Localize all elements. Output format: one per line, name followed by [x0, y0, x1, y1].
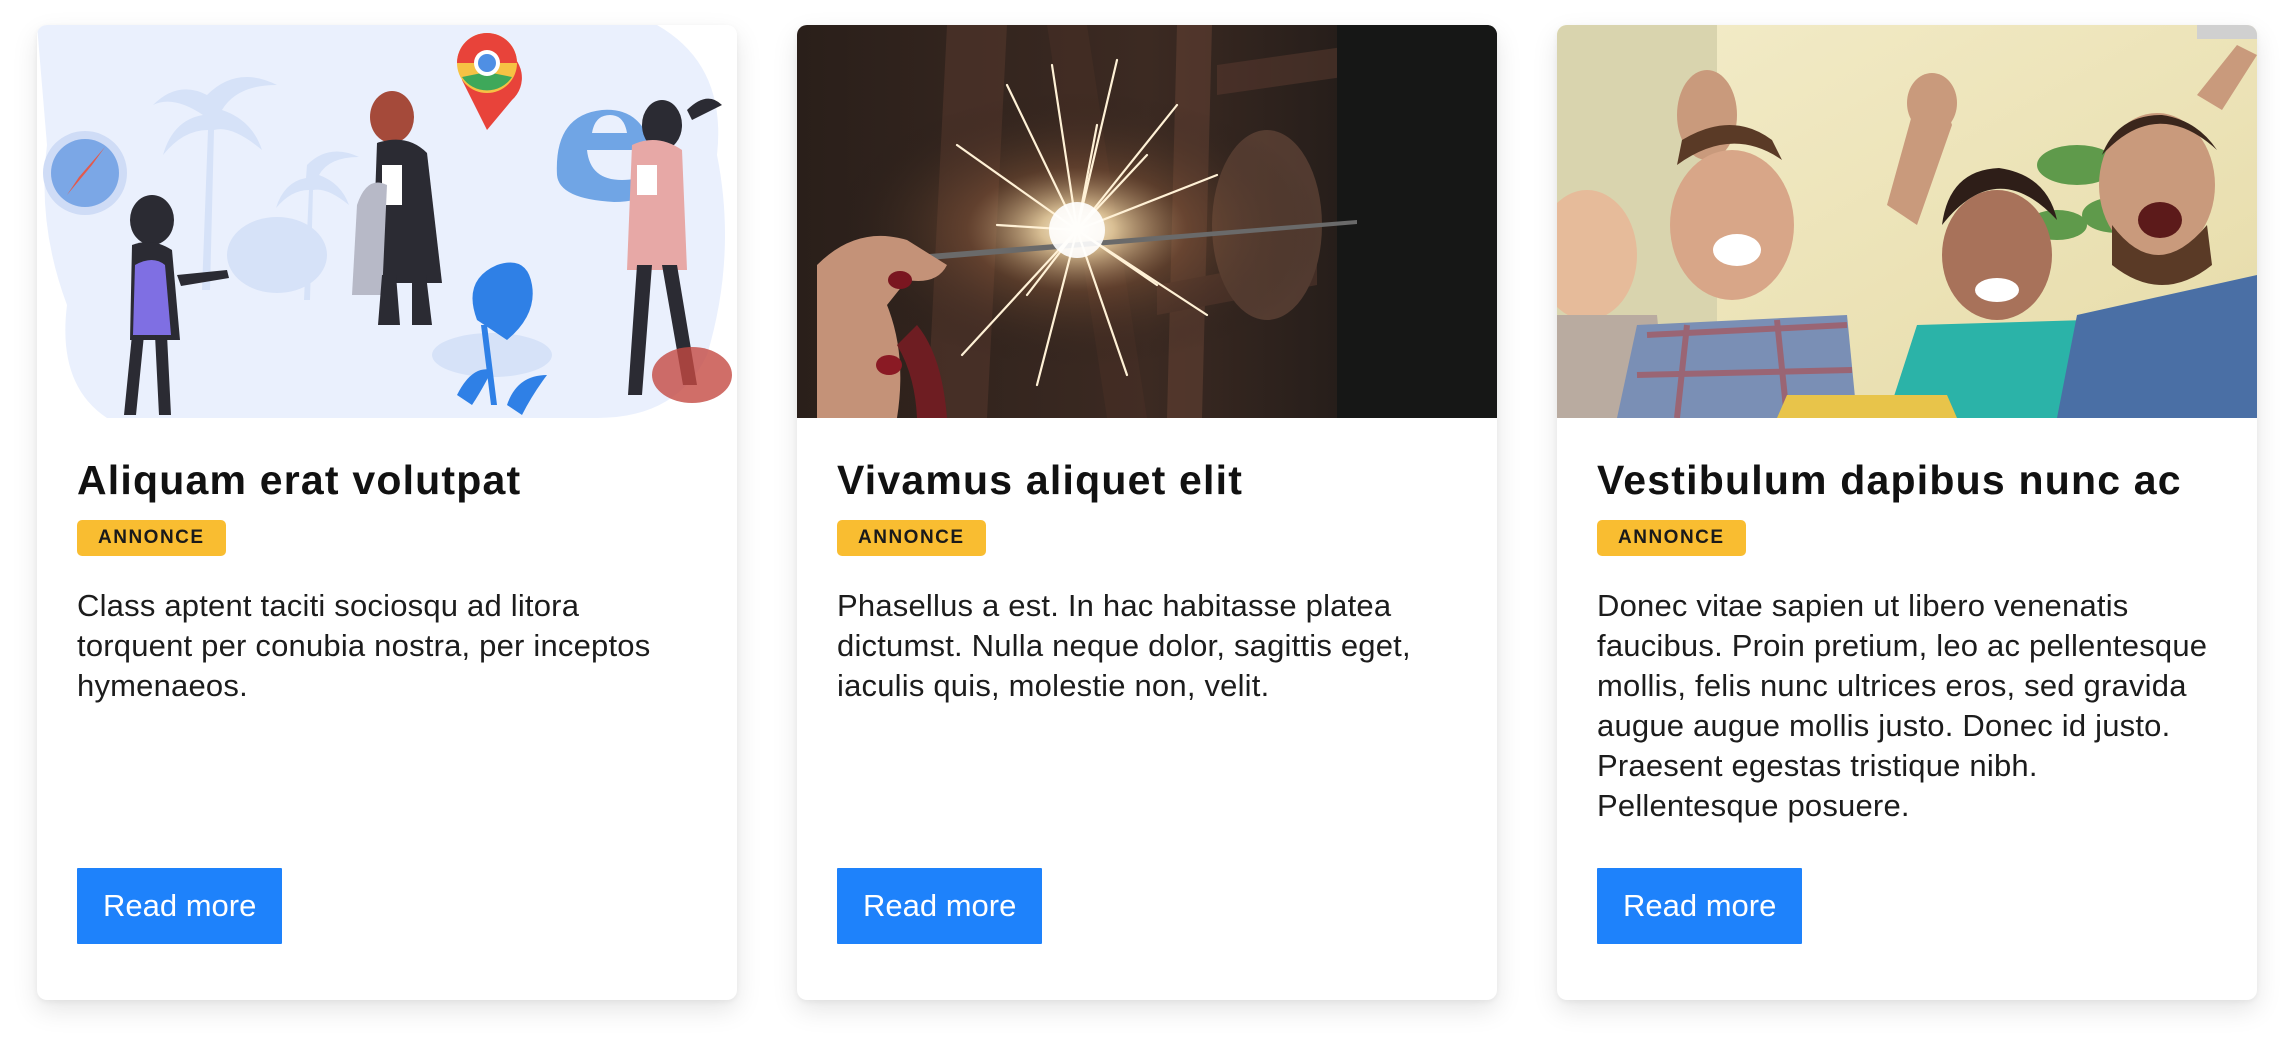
card-image-illustration [37, 25, 737, 418]
read-more-button[interactable]: Read more [837, 868, 1043, 944]
article-card-1: Aliquam erat volutpat ANNONCE Class apte… [37, 25, 737, 1000]
card-description: Donec vitae sapien ut libero venenatis f… [1597, 588, 2208, 823]
card-title: Vivamus aliquet elit [837, 457, 1244, 503]
card-image-friends [1557, 25, 2257, 418]
announcement-badge: ANNONCE [837, 520, 986, 556]
article-card-2: Vivamus aliquet elit ANNONCE Phasellus a… [797, 25, 1497, 1000]
card-description: Class aptent taciti sociosqu ad litora t… [77, 588, 651, 703]
read-more-button[interactable]: Read more [1597, 868, 1803, 944]
card-image-sparkler [797, 25, 1497, 418]
announcement-badge: ANNONCE [1597, 520, 1746, 556]
announcement-badge: ANNONCE [77, 520, 226, 556]
card-description: Phasellus a est. In hac habitasse platea… [837, 588, 1411, 703]
article-card-3: Vestibulum dapibus nunc ac ANNONCE Donec… [1557, 25, 2257, 1000]
card-grid: Aliquam erat volutpat ANNONCE Class apte… [37, 25, 2257, 1000]
card-title: Vestibulum dapibus nunc ac [1597, 457, 2182, 503]
card-title: Aliquam erat volutpat [77, 457, 522, 503]
read-more-button[interactable]: Read more [77, 868, 283, 944]
